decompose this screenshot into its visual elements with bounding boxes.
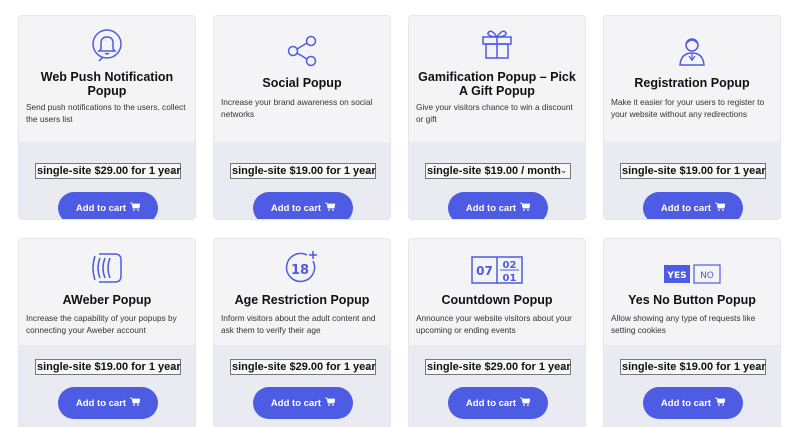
product-description: Make it easier for your users to registe… (611, 97, 765, 119)
no-label: NO (700, 271, 714, 281)
card-header: Social Popup Increase your brand awarene… (214, 16, 390, 142)
age-18-icon: 18 (282, 249, 322, 287)
product-card-social: Social Popup Increase your brand awarene… (213, 15, 391, 220)
chevron-down-icon: ⌄ (755, 362, 762, 371)
product-title: Age Restriction Popup (234, 293, 370, 307)
add-to-cart-button[interactable]: Add to cart (643, 192, 743, 219)
cart-icon (715, 397, 726, 409)
product-card-yes-no: YES NO Yes No Button Popup Allow showing… (603, 238, 781, 427)
product-card-gamification: Gamification Popup – Pick A Gift Popup G… (408, 15, 586, 220)
cart-icon (130, 397, 141, 409)
card-header: Web Push Notification Popup Send push no… (19, 16, 195, 142)
product-card-aweber: AWeber Popup Increase the capability of … (18, 238, 196, 427)
countdown-right-top: 02 (503, 260, 517, 271)
card-footer: single-site $29.00 for 1 year ⌄ Add to ca… (409, 345, 585, 427)
card-footer: single-site $19.00 / month ⌄ Add to cart (409, 142, 585, 219)
plan-select[interactable]: single-site $29.00 for 1 year ⌄ (425, 359, 571, 375)
add-to-cart-button[interactable]: Add to cart (58, 192, 158, 219)
user-icon (672, 32, 712, 70)
chevron-down-icon: ⌄ (560, 362, 567, 371)
cart-icon (520, 397, 531, 409)
product-title: Countdown Popup (441, 293, 553, 307)
product-description: Allow showing any type of requests like … (611, 313, 756, 335)
add-to-cart-button[interactable]: Add to cart (643, 387, 743, 419)
chevron-down-icon: ⌄ (170, 362, 177, 371)
countdown-icon: 07 02 01 (470, 249, 524, 287)
plan-select[interactable]: single-site $19.00 for 1 year ⌄ (230, 163, 376, 179)
plan-select[interactable]: single-site $19.00 for 1 year ⌄ (35, 359, 181, 375)
product-description: Increase your brand awareness on social … (221, 97, 373, 119)
plan-select[interactable]: single-site $29.00 for 1 year ⌄ (230, 359, 376, 375)
product-card-countdown: 07 02 01 Countdown Popup Announce your w… (408, 238, 586, 427)
cart-icon (715, 202, 726, 214)
chevron-down-icon: ⌄ (170, 166, 177, 175)
chevron-down-icon: ⌄ (755, 166, 762, 175)
card-footer: single-site $19.00 for 1 year ⌄ Add to ca… (604, 142, 780, 219)
cart-icon (130, 202, 141, 214)
add-to-cart-button[interactable]: Add to cart (253, 387, 353, 419)
product-title: Registration Popup (634, 76, 750, 90)
countdown-left: 07 (476, 264, 493, 278)
add-to-cart-button[interactable]: Add to cart (448, 387, 548, 419)
age-label: 18 (291, 263, 309, 278)
card-header: YES NO Yes No Button Popup Allow showing… (604, 239, 780, 345)
card-footer: single-site $29.00 for 1 year ⌄ Add to ca… (214, 345, 390, 427)
product-description: Announce your website visitors about you… (416, 313, 572, 335)
chevron-down-icon: ⌄ (365, 166, 372, 175)
chevron-down-icon: ⌄ (365, 362, 372, 371)
cart-icon (325, 202, 336, 214)
plan-select[interactable]: single-site $19.00 for 1 year ⌄ (620, 163, 766, 179)
share-icon (282, 32, 322, 70)
cart-icon (325, 397, 336, 409)
bell-icon (87, 26, 127, 64)
chevron-down-icon: ⌄ (560, 166, 567, 175)
plan-select[interactable]: single-site $19.00 for 1 year ⌄ (620, 359, 766, 375)
card-footer: single-site $19.00 for 1 year ⌄ Add to ca… (19, 345, 195, 427)
product-title: Social Popup (262, 76, 342, 90)
card-footer: single-site $29.00 for 1 year ⌄ Add to ca… (19, 142, 195, 219)
products-grid: Web Push Notification Popup Send push no… (0, 0, 800, 427)
product-description: Send push notifications to the users, co… (26, 102, 186, 124)
plan-select[interactable]: single-site $29.00 for 1 year ⌄ (35, 163, 181, 179)
card-header: Registration Popup Make it easier for yo… (604, 16, 780, 142)
countdown-right-bottom: 01 (503, 273, 517, 284)
card-header: Gamification Popup – Pick A Gift Popup G… (409, 16, 585, 142)
card-header: 07 02 01 Countdown Popup Announce your w… (409, 239, 585, 345)
product-card-registration: Registration Popup Make it easier for yo… (603, 15, 781, 220)
cart-icon (520, 202, 531, 214)
product-card-age-restriction: 18 Age Restriction Popup Inform visitors… (213, 238, 391, 427)
product-description: Give your visitors chance to win a disco… (416, 102, 573, 124)
yes-no-icon: YES NO (662, 255, 722, 293)
card-footer: single-site $19.00 for 1 year ⌄ Add to ca… (604, 345, 780, 427)
add-to-cart-button[interactable]: Add to cart (253, 192, 353, 219)
product-card-web-push: Web Push Notification Popup Send push no… (18, 15, 196, 220)
add-to-cart-button[interactable]: Add to cart (448, 192, 548, 219)
product-title: Web Push Notification Popup (40, 70, 174, 98)
product-description: Increase the capability of your popups b… (26, 313, 177, 335)
plan-select[interactable]: single-site $19.00 / month ⌄ (425, 163, 571, 179)
product-title: Gamification Popup – Pick A Gift Popup (418, 70, 576, 98)
product-title: AWeber Popup (62, 293, 152, 307)
gift-icon (477, 24, 517, 62)
yes-label: YES (666, 271, 686, 281)
add-to-cart-button[interactable]: Add to cart (58, 387, 158, 419)
card-header: AWeber Popup Increase the capability of … (19, 239, 195, 345)
card-header: 18 Age Restriction Popup Inform visitors… (214, 239, 390, 345)
product-description: Inform visitors about the adult content … (221, 313, 376, 335)
product-title: Yes No Button Popup (628, 293, 756, 307)
card-footer: single-site $19.00 for 1 year ⌄ Add to ca… (214, 142, 390, 219)
aweber-icon (87, 249, 127, 287)
